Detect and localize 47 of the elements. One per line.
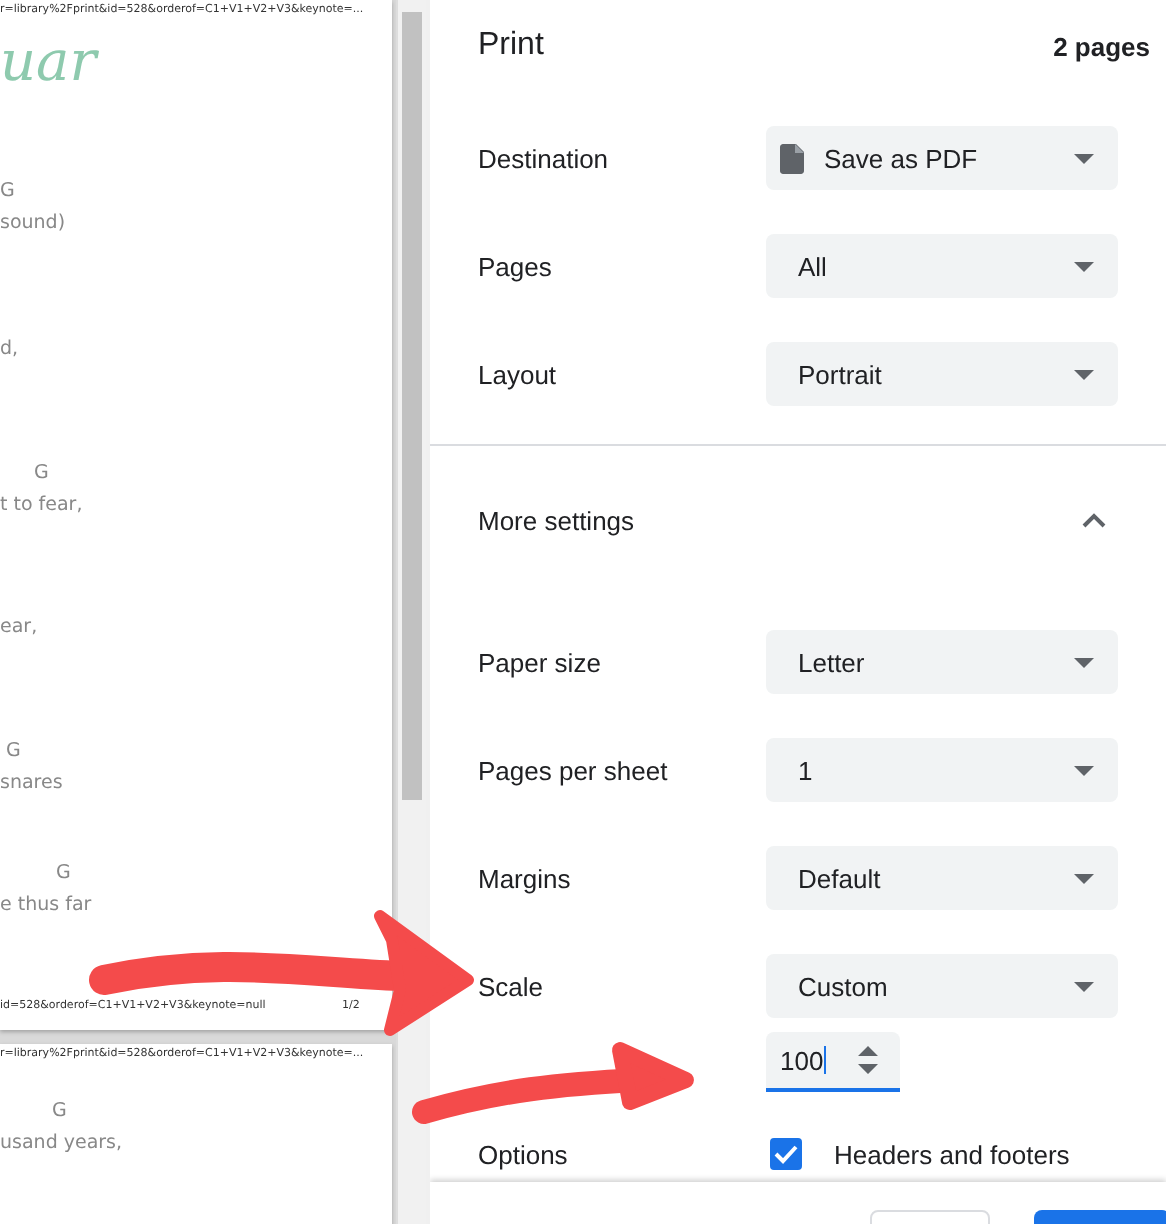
file-icon	[780, 143, 804, 173]
lyric-line: ear,	[0, 616, 38, 638]
lyric-line: t to fear,	[0, 494, 83, 516]
caret-icon	[1074, 873, 1094, 883]
chord-label: G	[6, 740, 21, 762]
setting-label: Pages per sheet	[478, 755, 670, 785]
scrollbar[interactable]	[396, 0, 426, 1224]
page-count: 2 pages	[1053, 31, 1150, 61]
chevron-icon	[1082, 512, 1106, 528]
lyric-line: e thus far	[0, 894, 92, 916]
check-icon	[774, 1144, 798, 1164]
scrollbar-thumb[interactable]	[402, 12, 422, 800]
setting-label: Pages	[478, 251, 554, 281]
setting-label: Scale	[478, 971, 546, 1001]
lyric-line: d,	[0, 338, 19, 360]
setting-label: Layout	[478, 359, 559, 389]
number-field[interactable]: 100	[766, 1032, 900, 1092]
dropdown[interactable]: Portrait	[766, 342, 1118, 406]
caret-icon	[1074, 657, 1094, 667]
setting-label: Margins	[478, 863, 573, 893]
chord-label: G	[34, 462, 49, 484]
caret-icon	[1074, 765, 1094, 775]
song-title: uar	[0, 28, 97, 94]
caret-icon	[1074, 981, 1094, 991]
dialog-title: Print	[478, 28, 544, 64]
caret-icon	[1074, 261, 1094, 271]
setting-label: Destination	[478, 143, 611, 173]
checkbox-label: Headers and footers	[834, 1139, 1070, 1169]
chord-label: G	[52, 1100, 67, 1122]
caret-icon	[1074, 369, 1094, 379]
dropdown[interactable]: Default	[766, 846, 1118, 910]
dropdown[interactable]: All	[766, 234, 1118, 298]
dropdown[interactable]: 1	[766, 738, 1118, 802]
lyric-line: usand years,	[0, 1132, 123, 1154]
lyric-line: snares	[0, 772, 63, 794]
more-settings-toggle[interactable]: More settings	[478, 454, 1150, 586]
dropdown[interactable]: Letter	[766, 630, 1118, 694]
dropdown[interactable]: Custom	[766, 954, 1118, 1018]
spinner-icon	[857, 1046, 878, 1074]
chord-label: G	[0, 180, 15, 202]
chord-label: G	[56, 862, 71, 884]
setting-label: Options	[478, 1139, 570, 1169]
caret-icon	[1074, 153, 1094, 163]
lyric-line: sound)	[0, 212, 66, 234]
checkbox[interactable]	[770, 1138, 802, 1170]
setting-label: Paper size	[478, 647, 603, 677]
dropdown[interactable]: Save as PDF	[766, 126, 1118, 190]
